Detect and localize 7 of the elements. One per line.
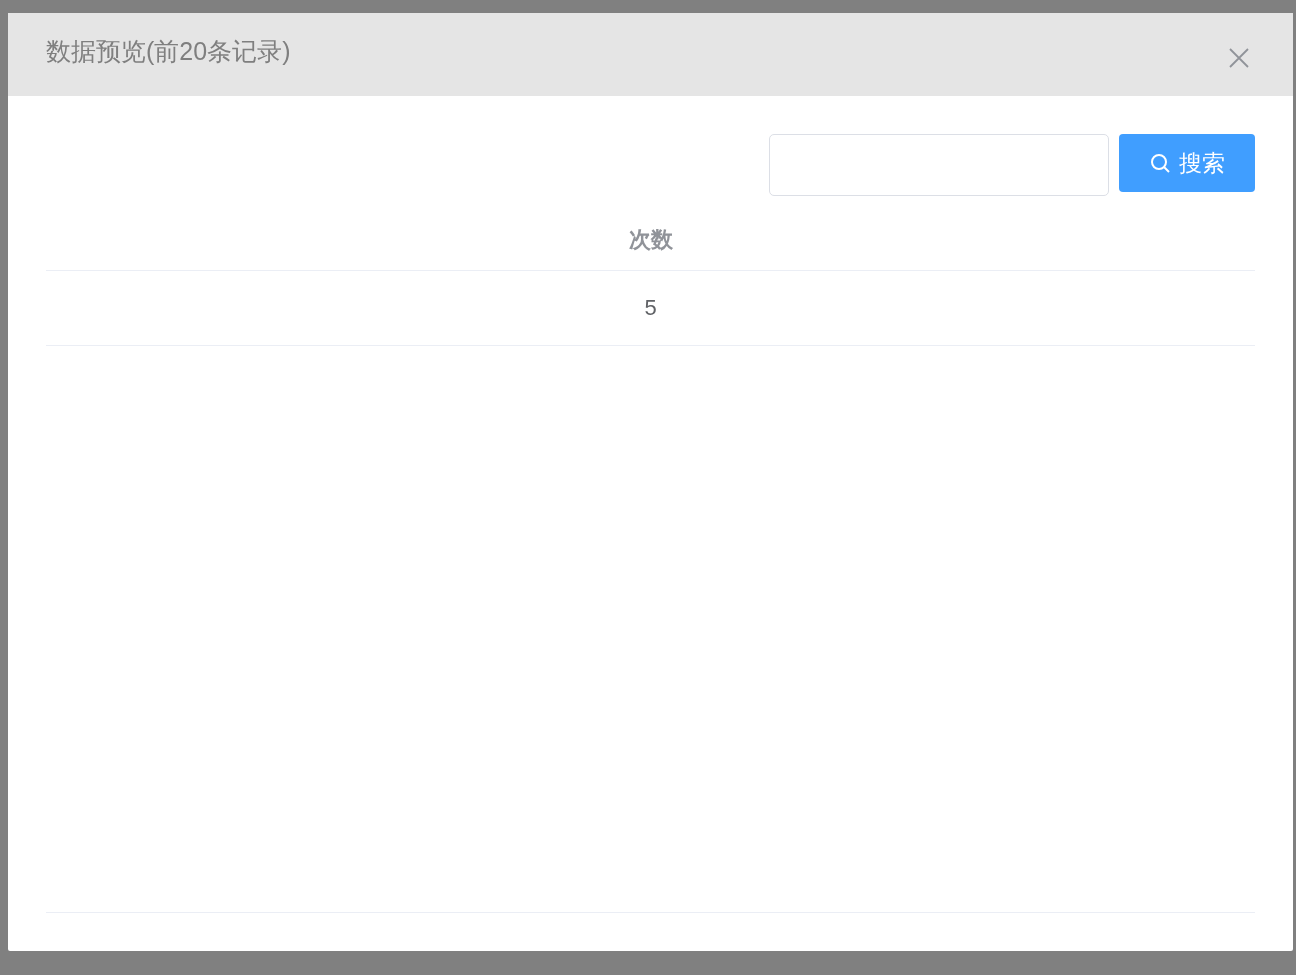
search-field[interactable] xyxy=(769,134,1109,196)
search-icon xyxy=(1149,153,1170,173)
column-header: 次数 xyxy=(627,226,674,254)
dialog-title: 数据预览(前20条记录) xyxy=(46,36,291,67)
search-button[interactable]: 搜索 xyxy=(1119,134,1255,192)
close-icon[interactable] xyxy=(1229,47,1249,68)
table-cell-text: 5 xyxy=(643,294,658,322)
